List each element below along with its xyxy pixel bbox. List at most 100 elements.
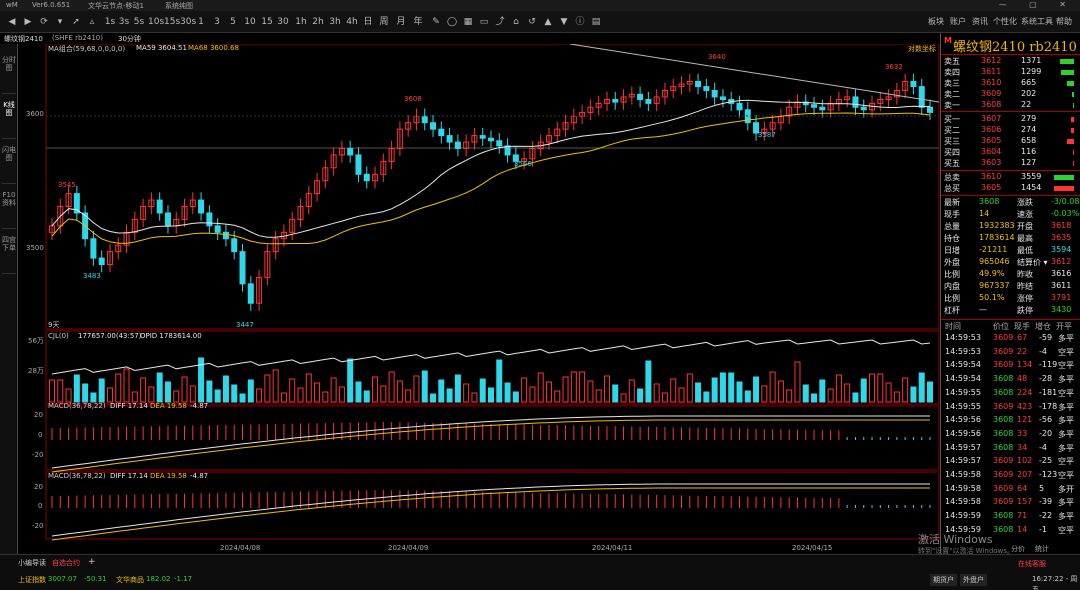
bid-volume: 127 <box>1021 158 1037 167</box>
tab-order[interactable]: 四宫下单 <box>2 234 16 274</box>
market-flag: M <box>944 36 952 45</box>
volume-bar <box>297 387 304 403</box>
info-icon[interactable]: ⓘ <box>574 15 586 29</box>
dropdown-icon[interactable]: ▾ <box>54 15 66 29</box>
quote-panel: M 螺纹钢2410 rb2410 卖五 3612 1371 卖四 3611 1299 卖三 3… <box>940 33 1080 554</box>
external-account-button[interactable]: 外盘户 <box>960 574 987 586</box>
tick-type: 多平 <box>1058 402 1074 412</box>
chart-period[interactable]: 30分钟 <box>118 34 141 44</box>
depth-bar <box>1061 70 1074 75</box>
share-icon[interactable]: ⤴ <box>494 15 506 29</box>
menu-system-tools[interactable]: 系统工具 <box>1021 16 1053 27</box>
bid-volume: 279 <box>1021 114 1037 123</box>
period-15s[interactable]: 15s <box>164 15 180 29</box>
menu-personalize[interactable]: 个性化 <box>993 16 1017 27</box>
candle-body <box>239 251 246 285</box>
period-10s[interactable]: 10s <box>148 15 164 29</box>
undo-icon[interactable]: ↺ <box>526 15 538 29</box>
tick-type: 多平 <box>1058 375 1074 385</box>
menu-account[interactable]: 账户 <box>950 16 966 27</box>
tick-time: 14:59:57 <box>945 442 981 452</box>
volume-value: 177657.00(43:57) <box>78 332 142 340</box>
period-3m[interactable]: 3 <box>212 15 222 29</box>
menu-help[interactable]: 帮助 <box>1056 16 1072 27</box>
candle-body <box>222 231 229 240</box>
period-day[interactable]: 日 <box>362 15 374 29</box>
tab-statistics[interactable]: 统计 <box>1035 544 1049 554</box>
tick-volume: 48 <box>1017 374 1028 384</box>
volume-bar <box>893 391 900 403</box>
period-year[interactable]: 年 <box>412 15 424 29</box>
forward-icon[interactable]: ▶ <box>22 15 34 29</box>
back-icon[interactable]: ◀ <box>6 15 18 29</box>
trend-line[interactable] <box>569 43 940 103</box>
volume-bar <box>363 390 370 403</box>
grid-icon[interactable]: ▦ <box>462 15 474 29</box>
volume-bar <box>396 380 403 403</box>
side-tabs: 分时图 K线图 闪电图 F10资料 四宫下单 <box>0 44 18 554</box>
home-icon[interactable]: ⌂ <box>510 15 522 29</box>
tab-f10[interactable]: F10资料 <box>2 189 16 229</box>
tick-price: 3609 <box>993 497 1014 507</box>
candle-body <box>421 115 428 124</box>
stat-value: 50.1% <box>979 293 1005 302</box>
period-1s[interactable]: 1s <box>104 15 116 29</box>
menu-blocks[interactable]: 板块 <box>928 16 944 27</box>
up-icon[interactable]: ▲ <box>542 15 554 29</box>
period-month[interactable]: 月 <box>395 15 407 29</box>
date-label-0408: 2024/04/08 <box>220 544 261 552</box>
edit-icon[interactable]: ✎ <box>430 15 442 29</box>
add-tab-button[interactable]: + <box>88 557 96 567</box>
period-1m[interactable]: 1 <box>196 15 206 29</box>
tab-editor-guide[interactable]: 小编导读 <box>18 558 46 568</box>
note-icon[interactable]: ▤ <box>590 15 602 29</box>
volume-bar <box>620 393 627 403</box>
period-10m[interactable]: 10 <box>243 15 257 29</box>
period-3s[interactable]: 3s <box>118 15 130 29</box>
stat-value: 967337 <box>979 281 1010 290</box>
triangle-icon[interactable]: ▵ <box>86 15 98 29</box>
circle-icon[interactable]: ◯ <box>446 15 458 29</box>
tab-timeshare[interactable]: 分时图 <box>2 54 16 94</box>
period-4h[interactable]: 4h <box>345 15 359 29</box>
period-week[interactable]: 周 <box>378 15 390 29</box>
bid-row: 买三 3605 658 <box>941 136 1080 147</box>
symbol-name[interactable]: 螺纹钢2410 <box>4 34 43 44</box>
period-5m[interactable]: 5 <box>228 15 238 29</box>
period-3h[interactable]: 3h <box>328 15 342 29</box>
window-controls[interactable]: — ▢ ✕ <box>999 0 1076 9</box>
volume-bar <box>670 378 677 403</box>
period-30m[interactable]: 30 <box>276 15 290 29</box>
log-scale-label[interactable]: 对数坐标 <box>908 44 936 54</box>
period-15m[interactable]: 15 <box>260 15 274 29</box>
tab-kline[interactable]: K线图 <box>2 99 16 139</box>
volume-bar <box>819 379 826 403</box>
refresh-icon[interactable]: ⟳ <box>38 15 50 29</box>
period-1h[interactable]: 1h <box>294 15 308 29</box>
futures-account-button[interactable]: 期货户 <box>930 574 957 586</box>
volume-bar <box>82 383 89 403</box>
tick-volume: 14 <box>1017 524 1028 534</box>
period-30s[interactable]: 30s <box>180 15 196 29</box>
index1-name[interactable]: 上证指数 <box>18 575 46 585</box>
candle-body <box>247 283 254 304</box>
title-item-node[interactable]: 文华云节点-移动1 <box>88 1 144 11</box>
tab-flash[interactable]: 闪电图 <box>2 144 16 184</box>
menu-news[interactable]: 资讯 <box>972 16 988 27</box>
ask-volume: 665 <box>1021 78 1037 87</box>
window-icon[interactable]: ▭ <box>478 15 490 29</box>
chart-area[interactable]: MA组合(59,68,0,0,0,0) MA59 3604.51 MA68 36… <box>18 43 940 554</box>
status-bar: 小编导读 自选合约 + 上证指数 3007.07 -50.31 文华商品 182… <box>0 554 1080 590</box>
period-2h[interactable]: 2h <box>311 15 325 29</box>
down-icon[interactable]: ▼ <box>558 15 570 29</box>
online-service-button[interactable]: 在线客服 <box>1018 559 1046 569</box>
title-item-chart[interactable]: 系统纯图 <box>165 1 193 11</box>
macd1-y-0: 0 <box>38 431 43 439</box>
volume-bar <box>562 376 569 403</box>
stat-row: 外盘 965046 结算价 ▾ 3612 <box>941 257 1080 268</box>
arrow-icon[interactable]: ➚ <box>70 15 82 29</box>
period-5s[interactable]: 5s <box>133 15 145 29</box>
tick-price: 3608 <box>993 387 1014 397</box>
index2-name[interactable]: 文华商品 <box>116 575 144 585</box>
tab-watchlist[interactable]: 自选合约 <box>52 558 80 568</box>
